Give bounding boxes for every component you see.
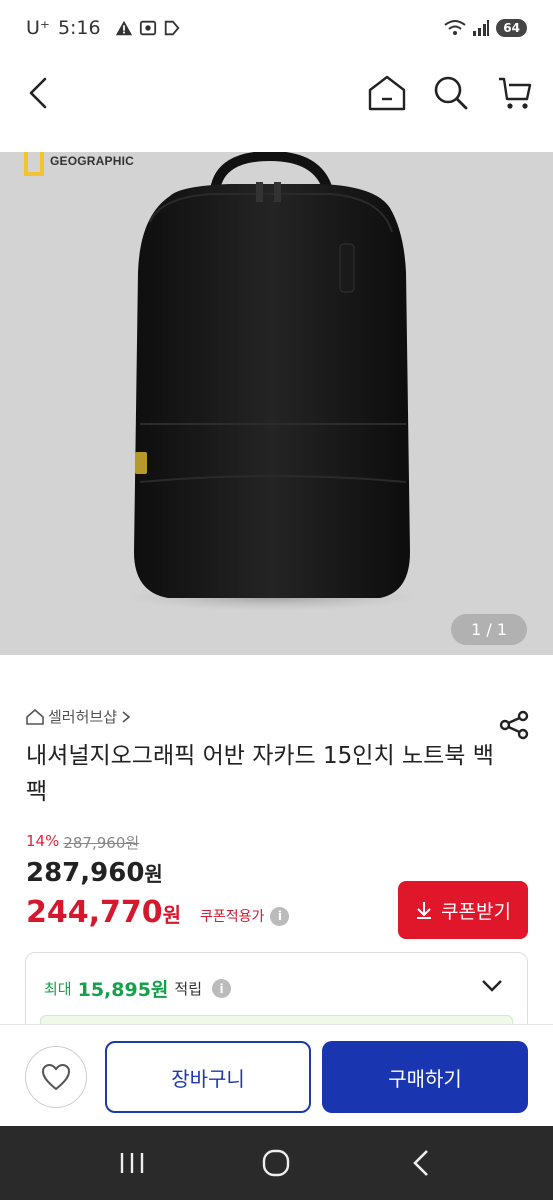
seller-link[interactable]: 셀러허브샵 bbox=[26, 706, 131, 727]
chevron-right-icon bbox=[122, 710, 131, 723]
system-navigation-bar bbox=[0, 1126, 553, 1200]
backpack-illustration bbox=[122, 152, 422, 611]
screenshot-icon bbox=[139, 20, 156, 36]
warning-icon bbox=[115, 20, 132, 36]
points-row: 최대 15,895원 적립 i bbox=[44, 975, 232, 1002]
price-unit: 원 bbox=[144, 862, 163, 886]
share-icon bbox=[499, 710, 529, 740]
cart-button[interactable] bbox=[495, 73, 535, 113]
clock: 5:16 bbox=[57, 17, 101, 39]
price: 287,960원 bbox=[26, 858, 163, 888]
battery-indicator: 64 bbox=[496, 19, 527, 37]
chevron-down-icon[interactable] bbox=[481, 979, 503, 993]
image-counter: 1 / 1 bbox=[451, 614, 527, 645]
recent-apps-button[interactable] bbox=[107, 1138, 157, 1188]
sale-price-value: 244,770 bbox=[26, 895, 163, 930]
home-nav-button[interactable] bbox=[251, 1138, 301, 1188]
signal-icon bbox=[473, 20, 490, 36]
coupon-price-label-text: 쿠폰적용가 bbox=[200, 909, 265, 925]
get-coupon-label: 쿠폰받기 bbox=[441, 900, 511, 923]
product-title: 내셔널지오그래픽 어반 자카드 15인치 노트북 백팩 bbox=[26, 743, 494, 805]
seller-name: 셀러허브샵 bbox=[48, 708, 118, 726]
add-to-cart-button[interactable]: 장바구니 bbox=[105, 1041, 311, 1113]
home-circle-icon bbox=[263, 1149, 290, 1177]
back-nav-button[interactable] bbox=[396, 1138, 446, 1188]
home-button[interactable] bbox=[367, 73, 407, 113]
home-icon bbox=[368, 75, 406, 111]
points-amount: 15,895원 bbox=[77, 979, 169, 1001]
share-button[interactable] bbox=[497, 708, 531, 742]
discount-row: 14% 287,960원 bbox=[26, 832, 139, 853]
price-value: 287,960 bbox=[26, 858, 145, 888]
search-icon bbox=[434, 76, 468, 110]
product-image[interactable]: GEOGRAPHIC 1 / 1 bbox=[0, 152, 553, 655]
wifi-icon bbox=[444, 20, 466, 35]
discount-rate: 14% bbox=[26, 832, 60, 850]
recent-apps-icon bbox=[120, 1153, 144, 1173]
original-price: 287,960원 bbox=[63, 834, 140, 852]
sale-price-unit: 원 bbox=[162, 903, 182, 927]
info-icon[interactable]: i bbox=[270, 906, 290, 926]
back-chevron-icon bbox=[412, 1150, 428, 1176]
status-bar: U⁺ 5:16 64 bbox=[0, 0, 553, 56]
buy-now-button[interactable]: 구매하기 bbox=[322, 1041, 528, 1113]
points-prefix: 최대 bbox=[44, 980, 72, 998]
back-button[interactable] bbox=[18, 73, 58, 113]
info-icon[interactable]: i bbox=[212, 979, 232, 998]
top-app-bar bbox=[0, 56, 553, 130]
coupon-price: 244,770원 bbox=[26, 895, 181, 930]
search-button[interactable] bbox=[431, 73, 471, 113]
carrier: U⁺ bbox=[26, 17, 50, 39]
chevron-left-icon bbox=[29, 77, 47, 109]
bottom-action-bar: 장바구니 구매하기 bbox=[0, 1024, 553, 1126]
coupon-price-label: 쿠폰적용가 i bbox=[200, 906, 290, 926]
heart-icon bbox=[41, 1063, 71, 1091]
get-coupon-button[interactable]: 쿠폰받기 bbox=[398, 881, 528, 939]
wishlist-button[interactable] bbox=[25, 1046, 87, 1108]
download-icon bbox=[417, 902, 432, 919]
points-suffix: 적립 bbox=[174, 980, 203, 998]
home-small-icon bbox=[26, 708, 44, 725]
cart-icon bbox=[499, 77, 532, 109]
tag-icon bbox=[164, 20, 180, 36]
